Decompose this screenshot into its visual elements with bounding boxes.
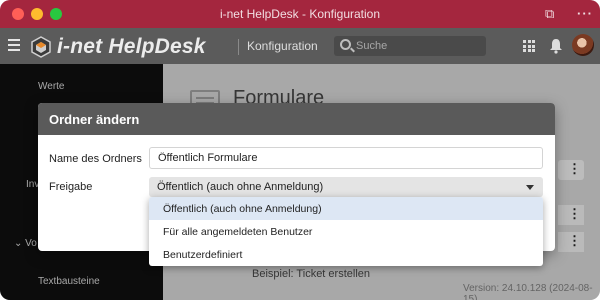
share-select-value: Öffentlich (auch ohne Anmeldung) (157, 181, 324, 193)
share-option-custom[interactable]: Benutzerdefiniert (149, 243, 543, 266)
apps-grid-icon[interactable] (523, 40, 535, 52)
dialog-title: Ordner ändern (49, 112, 140, 127)
section-title[interactable]: Konfiguration (247, 39, 318, 53)
hamburger-icon[interactable] (8, 39, 20, 51)
share-label: Freigabe (49, 181, 93, 193)
folder-name-input[interactable] (149, 147, 543, 169)
share-option-logged-in[interactable]: Für alle angemeldeten Benutzer (149, 220, 543, 243)
app-header: i-net HelpDesk Konfiguration (0, 28, 600, 64)
more-horizontal-icon[interactable]: ··· (577, 6, 593, 22)
window-titlebar: i-net HelpDesk - Konfiguration ⧉ ··· (0, 0, 600, 28)
caret-down-icon (526, 185, 534, 190)
avatar[interactable] (572, 34, 594, 56)
folder-name-label: Name des Ordners (49, 153, 142, 165)
helpdesk-logo-icon (30, 36, 52, 61)
pip-icon[interactable]: ⧉ (545, 6, 554, 22)
app-name: i-net HelpDesk (57, 35, 206, 58)
search-icon (340, 39, 351, 50)
window-title: i-net HelpDesk - Konfiguration (219, 7, 381, 21)
bell-icon[interactable] (549, 38, 563, 57)
app-window: i-net HelpDesk - Konfiguration ⧉ ··· i-n… (0, 0, 600, 300)
share-select[interactable]: Öffentlich (auch ohne Anmeldung) (149, 177, 543, 197)
share-option-public[interactable]: Öffentlich (auch ohne Anmeldung) (149, 197, 543, 220)
search-input[interactable] (356, 38, 476, 54)
share-options-list: Öffentlich (auch ohne Anmeldung) Für all… (149, 197, 543, 266)
search-box[interactable] (334, 36, 486, 56)
dialog-header: Ordner ändern (38, 103, 555, 135)
header-divider (238, 39, 239, 55)
